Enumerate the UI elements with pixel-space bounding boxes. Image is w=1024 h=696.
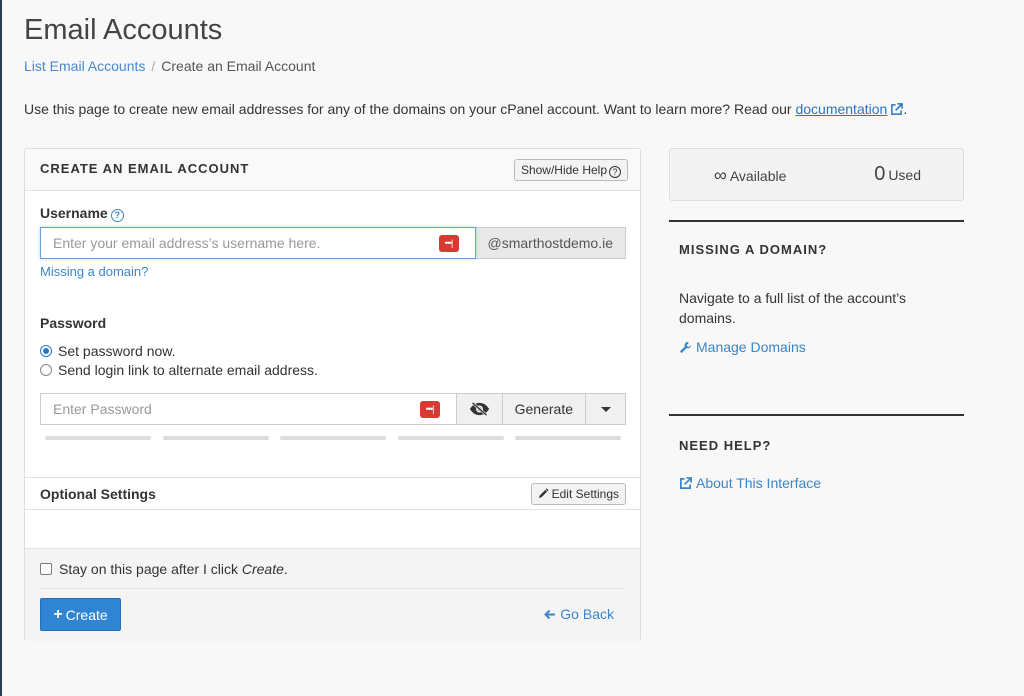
- question-icon: ?: [609, 166, 621, 178]
- toggle-visibility-button[interactable]: [456, 393, 503, 425]
- generate-password-button[interactable]: Generate: [502, 393, 586, 425]
- intro-body: Use this page to create new email addres…: [24, 101, 792, 117]
- username-field-wrap: •••|: [40, 227, 476, 259]
- password-strength-meter: [45, 436, 621, 440]
- missing-domain-section: MISSING A DOMAIN? Navigate to a full lis…: [669, 220, 964, 400]
- domain-addon: @smarthostdemo.ie: [475, 227, 626, 259]
- documentation-link[interactable]: documentation: [795, 101, 904, 117]
- username-label: Username?: [40, 205, 124, 222]
- panel-heading: CREATE AN EMAIL ACCOUNT: [40, 161, 250, 176]
- password-input-group: •••| Generate: [40, 393, 626, 425]
- strength-segment: [162, 436, 269, 440]
- intro-end: .: [903, 101, 908, 117]
- radio-unchecked-icon[interactable]: [40, 364, 52, 376]
- radio-send-login-link[interactable]: Send login link to alternate email addre…: [40, 362, 318, 378]
- go-back-link[interactable]: Go Back: [544, 606, 614, 622]
- breadcrumb: List Email Accounts / Create an Email Acco…: [24, 58, 315, 74]
- help-question-icon[interactable]: ?: [110, 209, 124, 222]
- about-interface-link[interactable]: About This Interface: [679, 475, 821, 491]
- stay-on-page-checkbox[interactable]: [40, 563, 52, 575]
- radio-send-login-link-label: Send login link to alternate email addre…: [58, 362, 318, 378]
- go-back-label: Go Back: [560, 606, 614, 622]
- missing-domain-link[interactable]: Missing a domain?: [40, 264, 148, 279]
- stay-on-page-emphasis: Create: [241, 561, 284, 577]
- password-manager-icon[interactable]: •••|: [438, 235, 459, 252]
- password-manager-icon[interactable]: •••|: [419, 401, 440, 418]
- caret-down-icon: [600, 406, 611, 412]
- breadcrumb-list-email-accounts[interactable]: List Email Accounts: [24, 58, 145, 74]
- breadcrumb-current: Create an Email Account: [161, 58, 316, 74]
- strength-segment: [45, 436, 151, 440]
- available-label: Available: [729, 168, 787, 184]
- missing-domain-text: Navigate to a full list of the account’s…: [679, 290, 906, 326]
- eye-slash-icon: [469, 401, 489, 417]
- create-email-panel: CREATE AN EMAIL ACCOUNT Show/Hide Help? …: [24, 148, 641, 641]
- infinity-icon: ∞: [714, 165, 727, 185]
- strength-segment: [397, 436, 504, 440]
- wrench-icon: [679, 341, 692, 353]
- radio-set-password-label: Set password now.: [58, 343, 176, 359]
- radio-set-password[interactable]: Set password now.: [40, 343, 176, 359]
- stay-on-page-end: .: [283, 561, 288, 577]
- create-button-label: Create: [65, 606, 108, 623]
- generate-options-dropdown[interactable]: [586, 393, 626, 425]
- username-input-group: •••| @smarthostdemo.ie: [40, 227, 626, 259]
- pencil-icon: [538, 488, 549, 499]
- available-stat: ∞ Available: [714, 165, 786, 186]
- stay-on-page-option[interactable]: Stay on this page after I click Create.: [40, 561, 288, 577]
- manage-domains-label: Manage Domains: [696, 339, 806, 355]
- username-label-text: Username: [40, 205, 108, 221]
- page-title: Email Accounts: [24, 14, 223, 46]
- used-count: 0: [874, 163, 886, 185]
- manage-domains-link[interactable]: Manage Domains: [679, 339, 806, 355]
- used-label: Used: [888, 167, 921, 183]
- optional-settings-header: Optional Settings Edit Settings: [25, 477, 640, 510]
- strength-segment: [515, 436, 621, 440]
- panel-footer: Stay on this page after I click Create. …: [25, 548, 640, 641]
- strength-segment: [280, 436, 386, 440]
- edit-settings-label: Edit Settings: [551, 487, 619, 501]
- documentation-link-label: documentation: [795, 101, 888, 117]
- edit-settings-button[interactable]: Edit Settings: [530, 483, 626, 505]
- need-help-heading: NEED HELP?: [679, 438, 772, 453]
- optional-settings-title: Optional Settings: [40, 486, 156, 502]
- arrow-left-icon: [544, 609, 556, 620]
- show-hide-help-button[interactable]: Show/Hide Help?: [513, 159, 628, 181]
- password-field-wrap: •••|: [40, 393, 457, 425]
- password-label: Password: [40, 315, 107, 331]
- footer-divider: [40, 588, 625, 589]
- password-input[interactable]: [41, 394, 456, 424]
- external-link-icon: [891, 103, 904, 115]
- stay-on-page-text: Stay on this page after I click: [59, 561, 238, 577]
- used-stat: 0 Used: [874, 163, 921, 186]
- about-interface-label: About This Interface: [696, 475, 822, 491]
- breadcrumb-separator: /: [151, 58, 156, 74]
- need-help-section: NEED HELP? About This Interface: [669, 414, 964, 504]
- create-button[interactable]: + Create: [40, 598, 121, 631]
- window-edge: [0, 0, 2, 696]
- username-input[interactable]: [41, 228, 475, 258]
- external-link-icon: [680, 476, 692, 489]
- radio-checked-icon[interactable]: [40, 345, 52, 357]
- email-account-stats: ∞ Available 0 Used: [669, 148, 964, 201]
- missing-domain-heading: MISSING A DOMAIN?: [679, 242, 828, 257]
- panel-header: CREATE AN EMAIL ACCOUNT Show/Hide Help?: [25, 149, 640, 191]
- show-hide-help-label: Show/Hide Help: [520, 163, 607, 177]
- plus-icon: +: [53, 605, 63, 623]
- intro-text: Use this page to create new email addres…: [24, 101, 907, 117]
